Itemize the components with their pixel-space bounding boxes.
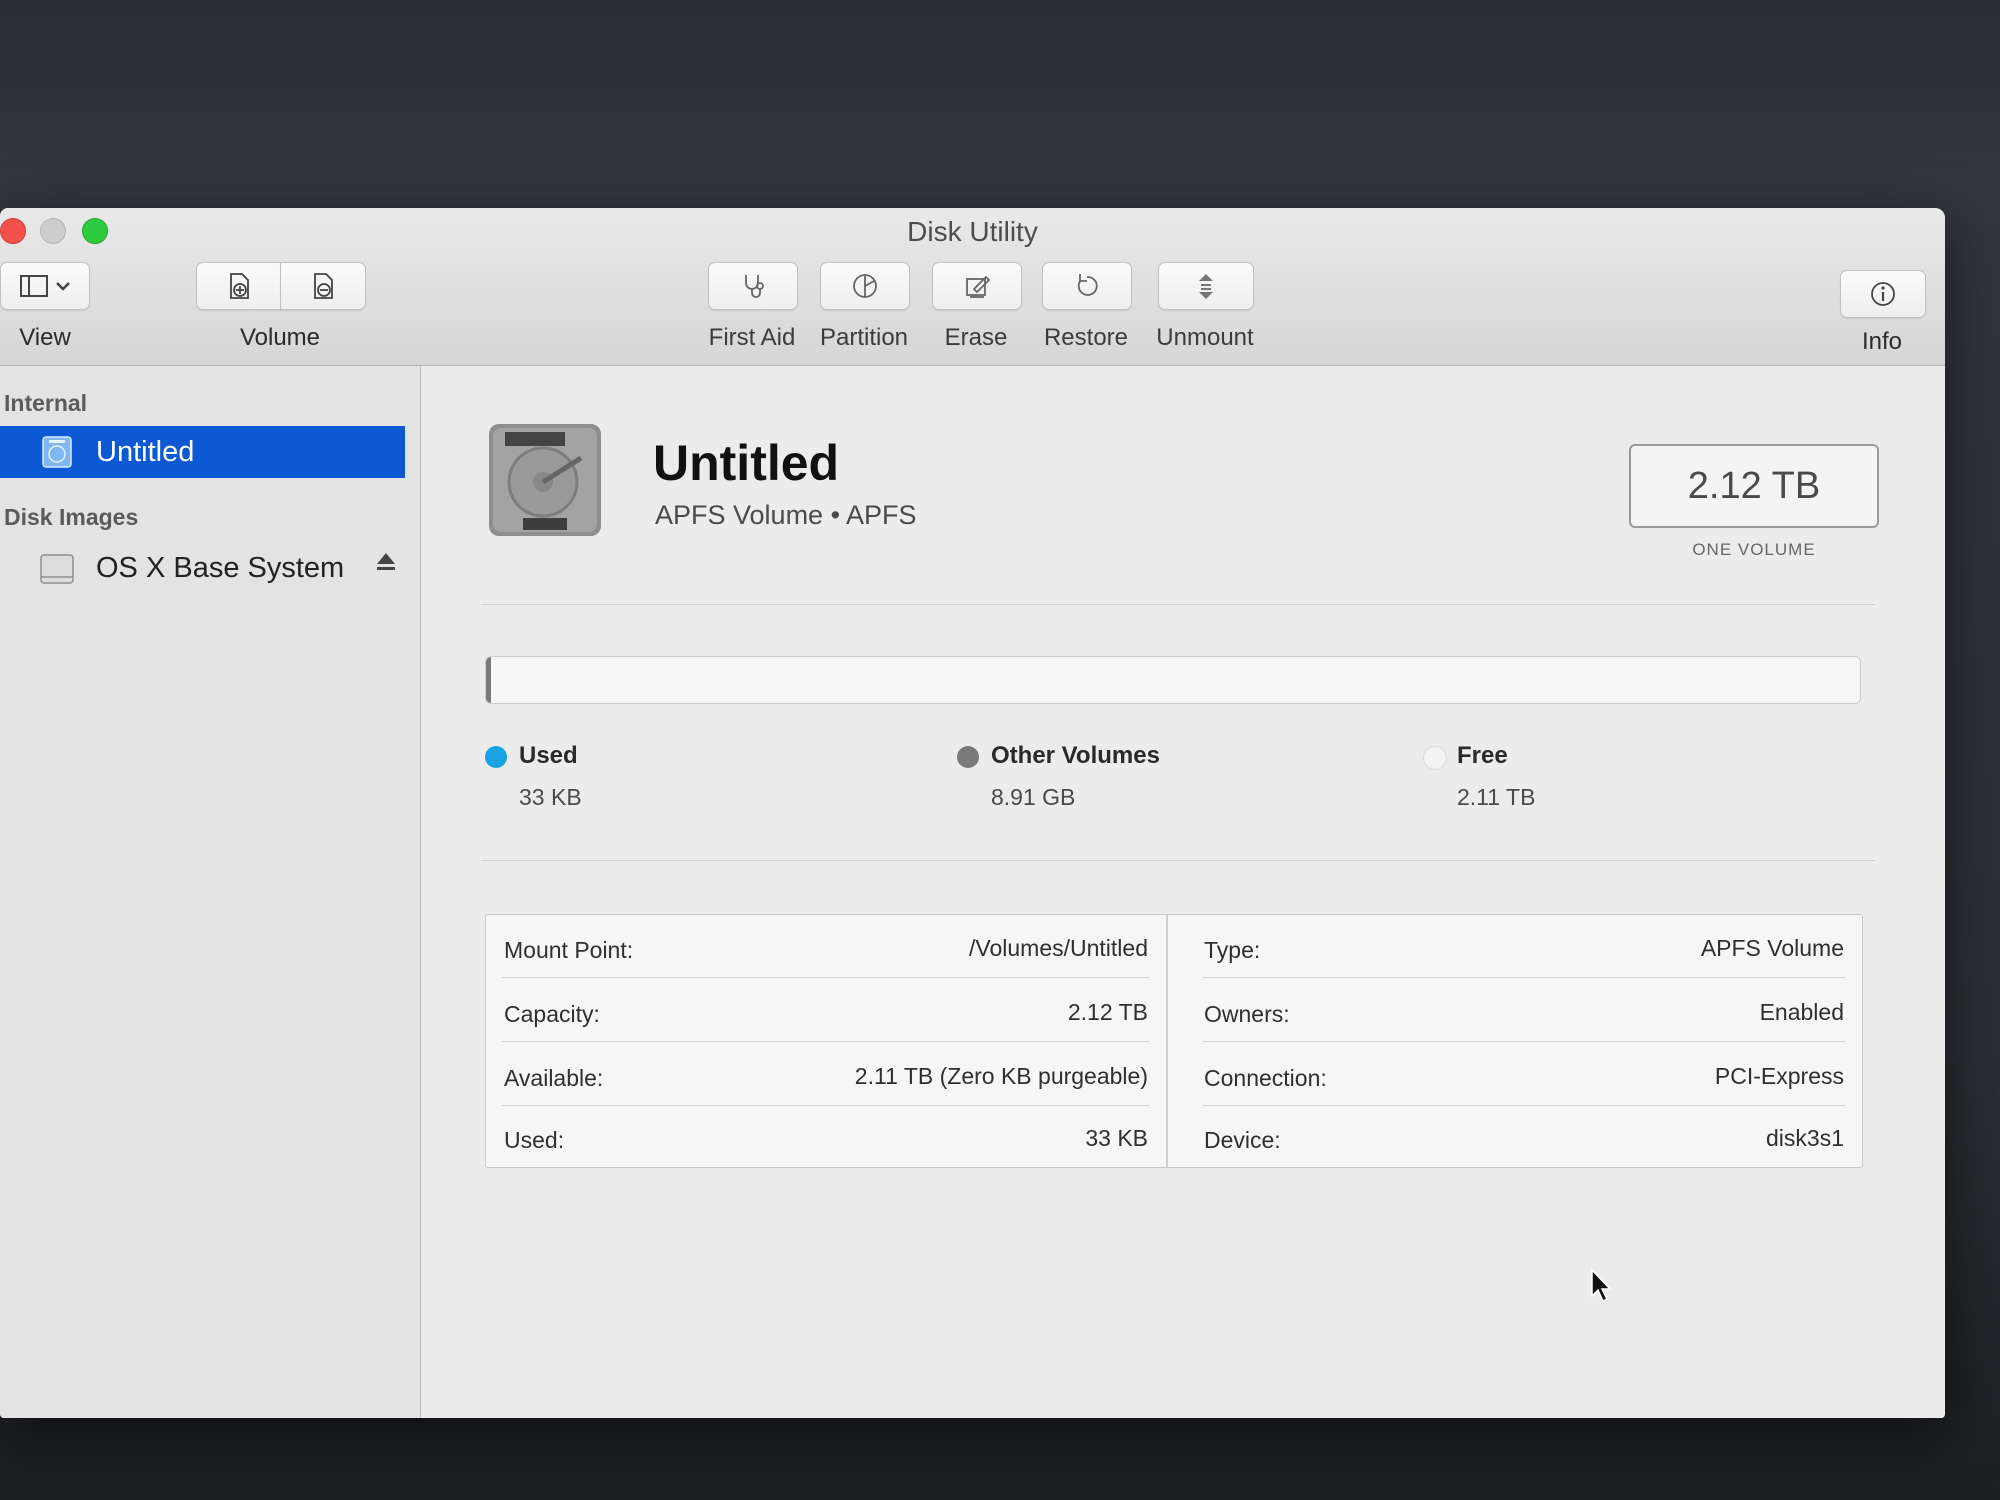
sidebar-header-disk-images: Disk Images <box>4 504 139 530</box>
info-value: disk3s1 <box>1766 1125 1844 1151</box>
sidebar-header-internal: Internal <box>4 390 88 416</box>
usage-fill-other-volumes <box>486 657 492 703</box>
sidebar: Internal Untitled Disk Images OS X Base … <box>0 366 421 1418</box>
title-bar: Disk Utility View Volume First Aid Parti… <box>0 208 1945 366</box>
info-key: Capacity: <box>504 1001 600 1027</box>
legend-dot-free <box>1423 746 1447 770</box>
info-key: Available: <box>504 1065 604 1091</box>
unmount-label: Unmount <box>1156 324 1254 351</box>
info-key: Connection: <box>1204 1065 1327 1091</box>
restore-button[interactable] <box>1042 262 1132 310</box>
window-title: Disk Utility <box>907 216 1038 247</box>
info-row-device: Device: disk3s1 <box>1202 1105 1846 1167</box>
first-aid-button[interactable] <box>708 262 798 310</box>
info-value: APFS Volume <box>1700 935 1844 961</box>
restore-label: Restore <box>1043 324 1129 351</box>
partition-label: Partition <box>819 324 909 351</box>
divider <box>481 604 1875 605</box>
partition-button[interactable] <box>820 262 910 310</box>
volume-label: Volume <box>239 324 321 351</box>
legend-value-free: 2.11 TB <box>1457 784 1536 810</box>
info-value: 2.11 TB (Zero KB purgeable) <box>854 1063 1148 1089</box>
view-label: View <box>19 324 71 351</box>
erase-icon <box>966 275 991 298</box>
legend-dot-used <box>485 746 507 768</box>
disk-utility-window: Disk Utility View Volume First Aid Parti… <box>0 208 1945 1418</box>
info-row-mount-point: Mount Point: /Volumes/Untitled <box>502 915 1150 978</box>
volume-name: Untitled <box>653 435 840 491</box>
info-column-left: Mount Point: /Volumes/Untitled Capacity:… <box>486 915 1168 1167</box>
sidebar-item-label: OS X Base System <box>96 551 345 584</box>
info-row-capacity: Capacity: 2.12 TB <box>502 979 1150 1042</box>
legend-value-used: 33 KB <box>519 784 582 810</box>
hard-drive-icon <box>489 424 601 536</box>
info-icon <box>1871 282 1895 306</box>
erase-button[interactable] <box>932 262 1022 310</box>
stethoscope-icon <box>745 275 764 298</box>
remove-volume-button[interactable] <box>280 262 366 310</box>
legend-value-other-volumes: 8.91 GB <box>991 784 1076 810</box>
info-value: 2.12 TB <box>1067 999 1148 1025</box>
internal-disk-icon <box>42 436 72 468</box>
sidebar-item-label: Untitled <box>96 435 195 468</box>
capacity-caption: ONE VOLUME <box>1692 540 1816 559</box>
info-row-used: Used: 33 KB <box>502 1105 1150 1167</box>
sidebar-toggle-icon <box>20 275 70 297</box>
info-key: Mount Point: <box>504 937 634 963</box>
restore-icon <box>1077 274 1098 296</box>
sidebar-item-untitled[interactable]: Untitled <box>0 426 405 478</box>
info-value: /Volumes/Untitled <box>969 935 1148 961</box>
view-button[interactable] <box>0 262 90 310</box>
usage-bar <box>485 656 1861 704</box>
info-row-owners: Owners: Enabled <box>1202 979 1846 1042</box>
add-volume-button[interactable] <box>196 262 282 310</box>
legend-name-other-volumes: Other Volumes <box>991 742 1160 769</box>
divider <box>481 860 1875 861</box>
info-row-available: Available: 2.11 TB (Zero KB purgeable) <box>502 1043 1150 1106</box>
volume-detail-panel: Untitled APFS Volume • APFS 2.12 TB ONE … <box>421 366 1945 1418</box>
info-row-connection: Connection: PCI-Express <box>1202 1043 1846 1106</box>
volume-subtitle: APFS Volume • APFS <box>655 500 917 530</box>
unmount-button[interactable] <box>1158 262 1254 310</box>
unmount-icon <box>1199 274 1213 299</box>
info-key: Owners: <box>1204 1001 1290 1027</box>
info-key: Device: <box>1204 1127 1281 1153</box>
capacity-display: 2.12 TB <box>1629 444 1879 528</box>
eject-icon[interactable] <box>375 550 397 574</box>
info-value: Enabled <box>1759 999 1844 1025</box>
info-button[interactable] <box>1840 270 1926 318</box>
erase-label: Erase <box>944 324 1008 351</box>
disk-image-icon <box>40 554 74 584</box>
info-row-type: Type: APFS Volume <box>1202 915 1846 978</box>
info-key: Used: <box>504 1127 565 1153</box>
legend-name-free: Free <box>1457 742 1508 769</box>
partition-icon <box>853 274 877 298</box>
remove-volume-icon <box>314 273 333 299</box>
sidebar-item-os-x-base-system[interactable]: OS X Base System <box>0 542 405 594</box>
add-volume-icon <box>230 273 249 299</box>
info-value: PCI-Express <box>1714 1063 1844 1089</box>
first-aid-label: First Aid <box>708 324 796 351</box>
info-column-right: Type: APFS Volume Owners: Enabled Connec… <box>1186 915 1862 1167</box>
volume-info-table: Mount Point: /Volumes/Untitled Capacity:… <box>485 914 1863 1168</box>
info-value: 33 KB <box>1085 1125 1148 1151</box>
legend-dot-other-volumes <box>957 746 979 768</box>
mouse-cursor-icon <box>1591 1268 1612 1303</box>
info-key: Type: <box>1204 937 1261 963</box>
legend-name-used: Used <box>519 742 578 769</box>
info-label: Info <box>1861 328 1903 355</box>
